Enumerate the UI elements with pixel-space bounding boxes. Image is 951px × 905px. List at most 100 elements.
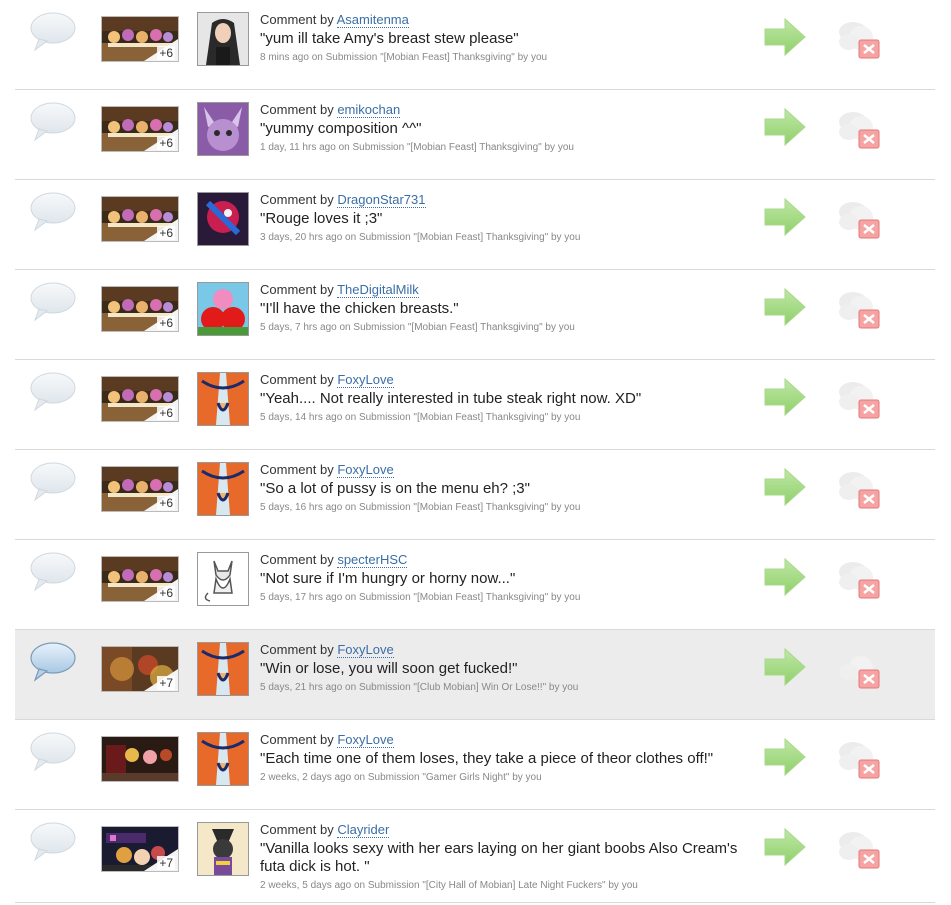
delete-icon[interactable] (833, 734, 881, 780)
comment-row: Comment by FoxyLove "Each time one of th… (15, 720, 935, 810)
comment-header: Comment by DragonStar731 (260, 192, 760, 208)
thumb-count: +6 (157, 496, 175, 510)
comment-header: Comment by TheDigitalMilk (260, 282, 760, 298)
comment-header: Comment by FoxyLove (260, 372, 760, 388)
username-link[interactable]: TheDigitalMilk (337, 282, 419, 298)
user-avatar[interactable] (197, 462, 249, 516)
comment-row: +6 Comment by emikochan "yummy compositi… (15, 90, 935, 180)
comment-text-block: Comment by Asamitenma "yum ill take Amy'… (260, 12, 760, 64)
comment-prefix: Comment by (260, 642, 334, 657)
user-avatar[interactable] (197, 372, 249, 426)
submission-thumbnail[interactable]: +6 (101, 466, 179, 512)
thumb-count: +6 (157, 406, 175, 420)
delete-icon[interactable] (833, 374, 881, 420)
username-link[interactable]: Asamitenma (336, 12, 409, 28)
green-arrow-icon[interactable] (763, 737, 807, 777)
comment-header: Comment by Asamitenma (260, 12, 760, 28)
speech-bubble-icon[interactable] (29, 102, 77, 142)
delete-icon[interactable] (833, 284, 881, 330)
username-link[interactable]: FoxyLove (337, 462, 394, 478)
comment-prefix: Comment by (260, 12, 334, 27)
comment-meta: 5 days, 21 hrs ago on Submission "[Club … (260, 682, 579, 693)
comment-prefix: Comment by (260, 822, 334, 837)
comment-body: "Win or lose, you will soon get fucked!" (260, 660, 518, 677)
user-avatar[interactable] (197, 822, 249, 876)
speech-bubble-icon[interactable] (29, 552, 77, 592)
username-link[interactable]: specterHSC (337, 552, 408, 568)
green-arrow-icon[interactable] (763, 557, 807, 597)
delete-icon[interactable] (833, 464, 881, 510)
speech-bubble-icon[interactable] (29, 732, 77, 772)
username-link[interactable]: FoxyLove (337, 642, 394, 658)
speech-bubble-icon[interactable] (29, 192, 77, 232)
comment-text-block: Comment by TheDigitalMilk "I'll have the… (260, 282, 760, 334)
delete-icon[interactable] (833, 104, 881, 150)
delete-icon[interactable] (833, 824, 881, 870)
speech-bubble-icon[interactable] (29, 12, 77, 52)
comment-body: "Yeah.... Not really interested in tube … (260, 390, 642, 407)
comment-row: +6 Comment by DragonStar731 "Rouge loves… (15, 180, 935, 270)
green-arrow-icon[interactable] (763, 17, 807, 57)
speech-bubble-icon[interactable] (29, 822, 77, 862)
comment-body: "Vanilla looks sexy with her ears laying… (260, 840, 738, 875)
user-avatar[interactable] (197, 102, 249, 156)
submission-thumbnail[interactable]: +7 (101, 826, 179, 872)
user-avatar[interactable] (197, 552, 249, 606)
submission-thumbnail[interactable]: +7 (101, 646, 179, 692)
comment-body: "I'll have the chicken breasts." (260, 300, 459, 317)
green-arrow-icon[interactable] (763, 827, 807, 867)
username-link[interactable]: emikochan (337, 102, 401, 118)
speech-bubble-icon[interactable] (29, 372, 77, 412)
comment-header: Comment by specterHSC (260, 552, 760, 568)
comment-prefix: Comment by (260, 372, 334, 387)
speech-bubble-icon[interactable] (29, 642, 77, 682)
comment-row: +6 Comment by Asamitenma "yum ill take A… (15, 0, 935, 90)
green-arrow-icon[interactable] (763, 467, 807, 507)
user-avatar[interactable] (197, 282, 249, 336)
submission-thumbnail[interactable]: +6 (101, 196, 179, 242)
thumb-count: +6 (157, 136, 175, 150)
delete-icon[interactable] (833, 644, 881, 690)
delete-icon[interactable] (833, 194, 881, 240)
submission-thumbnail[interactable]: +6 (101, 376, 179, 422)
comment-row: +6 Comment by FoxyLove "So a lot of puss… (15, 450, 935, 540)
user-avatar[interactable] (197, 642, 249, 696)
thumb-count: +6 (157, 316, 175, 330)
user-avatar[interactable] (197, 12, 249, 66)
thumb-count: +6 (157, 586, 175, 600)
green-arrow-icon[interactable] (763, 647, 807, 687)
submission-thumbnail[interactable]: +6 (101, 16, 179, 62)
comment-row: +7 Comment by FoxyLove "Win or lose, you… (15, 630, 935, 720)
green-arrow-icon[interactable] (763, 287, 807, 327)
username-link[interactable]: DragonStar731 (337, 192, 426, 208)
comment-body: "Rouge loves it ;3" (260, 210, 383, 227)
comment-text-block: Comment by Clayrider "Vanilla looks sexy… (260, 822, 760, 892)
user-avatar[interactable] (197, 192, 249, 246)
green-arrow-icon[interactable] (763, 377, 807, 417)
delete-icon[interactable] (833, 14, 881, 60)
green-arrow-icon[interactable] (763, 107, 807, 147)
username-link[interactable]: FoxyLove (337, 732, 394, 748)
username-link[interactable]: Clayrider (337, 822, 390, 838)
comment-header: Comment by FoxyLove (260, 732, 760, 748)
thumb-count: +7 (157, 856, 175, 870)
comment-row: +6 Comment by TheDigitalMilk "I'll have … (15, 270, 935, 360)
user-avatar[interactable] (197, 732, 249, 786)
comment-body: "Not sure if I'm hungry or horny now..." (260, 570, 516, 587)
submission-thumbnail[interactable]: +6 (101, 286, 179, 332)
speech-bubble-icon[interactable] (29, 282, 77, 322)
speech-bubble-icon[interactable] (29, 462, 77, 502)
comment-meta: 5 days, 16 hrs ago on Submission "[Mobia… (260, 502, 581, 513)
username-link[interactable]: FoxyLove (337, 372, 394, 388)
green-arrow-icon[interactable] (763, 197, 807, 237)
comment-row: +7 Comment by Clayrider "Vanilla looks s… (15, 810, 935, 903)
delete-icon[interactable] (833, 554, 881, 600)
comment-header: Comment by FoxyLove (260, 642, 760, 658)
submission-thumbnail[interactable] (101, 736, 179, 782)
comment-body: "yummy composition ^^" (260, 120, 422, 137)
submission-thumbnail[interactable]: +6 (101, 106, 179, 152)
comment-header: Comment by emikochan (260, 102, 760, 118)
thumb-count: +6 (157, 226, 175, 240)
submission-thumbnail[interactable]: +6 (101, 556, 179, 602)
comment-meta: 1 day, 11 hrs ago on Submission "[Mobian… (260, 142, 574, 153)
